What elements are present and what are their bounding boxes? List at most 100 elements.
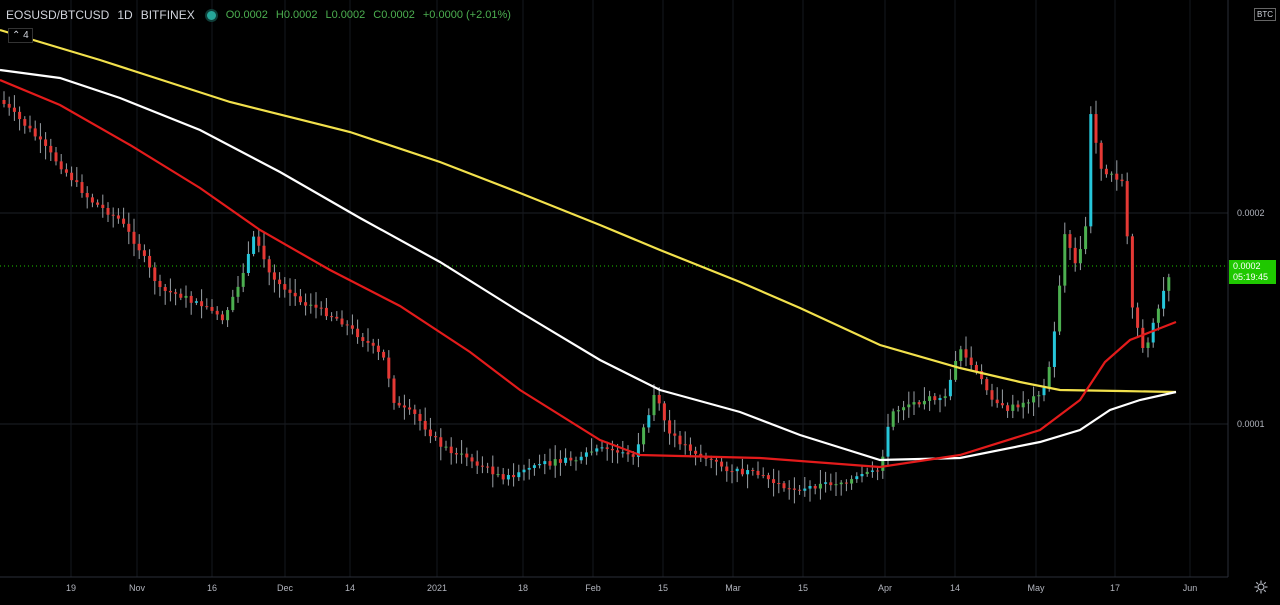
x-tick-label: 14 bbox=[345, 583, 355, 593]
chart-canvas[interactable]: 0.0002 0.0001 19 Nov 16 Dec 14 2021 18 Feb 15 Mar 15… bbox=[0, 0, 1280, 600]
candle-body bbox=[834, 484, 838, 486]
x-tick-label: 15 bbox=[798, 583, 808, 593]
candle-body bbox=[943, 396, 947, 399]
candle-body bbox=[54, 152, 58, 162]
ma-line-white bbox=[0, 68, 1177, 462]
candle-body bbox=[1068, 234, 1072, 248]
candle-body bbox=[220, 314, 224, 321]
candle-body bbox=[2, 100, 6, 104]
ohlc-change: +0.0000 (+2.01%) bbox=[422, 9, 511, 21]
candle-body bbox=[522, 469, 526, 473]
candle-body bbox=[865, 471, 869, 475]
candle-body bbox=[1026, 402, 1030, 404]
collapse-chevron-icon: ⌃ bbox=[12, 30, 21, 41]
candle-body bbox=[376, 345, 380, 352]
candle-body bbox=[480, 465, 484, 467]
candle-body bbox=[434, 436, 438, 438]
candle-body bbox=[449, 446, 453, 454]
candle-body bbox=[1167, 277, 1171, 291]
candle-body bbox=[148, 255, 152, 268]
candle-body bbox=[647, 415, 651, 428]
price-chart[interactable]: 0.0002 0.0001 19 Nov 16 Dec 14 2021 18 Feb 15 Mar 15… bbox=[0, 0, 1280, 600]
candle-body bbox=[938, 398, 942, 401]
interval-label[interactable]: 1D bbox=[117, 8, 132, 22]
candle-body bbox=[309, 304, 313, 306]
candle-body bbox=[928, 396, 932, 401]
x-tick-label: Apr bbox=[878, 583, 892, 593]
candle-body bbox=[600, 447, 604, 449]
x-tick-label: 16 bbox=[207, 583, 217, 593]
candle-body bbox=[252, 236, 256, 254]
symbol-name[interactable]: EOSUSD/BTCUSD bbox=[6, 8, 109, 22]
current-price-label: 0.0002 05:19:45 bbox=[1229, 260, 1276, 284]
candle-body bbox=[1032, 396, 1036, 403]
candle-body bbox=[142, 250, 146, 256]
x-tick-label: Dec bbox=[277, 583, 294, 593]
candle-body bbox=[1146, 342, 1150, 348]
candle-body bbox=[725, 466, 729, 472]
candle-body bbox=[532, 465, 536, 468]
chart-header: EOSUSD/BTCUSD 1D BITFINEX O0.0002 H0.000… bbox=[6, 6, 511, 24]
candle-body bbox=[418, 413, 422, 421]
candle-body bbox=[818, 483, 822, 489]
candle-body bbox=[543, 461, 547, 465]
candle-body bbox=[335, 316, 339, 319]
candle-body bbox=[1021, 402, 1025, 408]
candle-body bbox=[278, 279, 282, 285]
candle-body bbox=[496, 474, 500, 476]
bar-countdown: 05:19:45 bbox=[1233, 272, 1269, 282]
candle-body bbox=[111, 214, 115, 216]
candle-body bbox=[1136, 307, 1140, 328]
candle-body bbox=[1016, 404, 1020, 408]
candle-body bbox=[891, 411, 895, 427]
candle-body bbox=[1125, 181, 1129, 237]
candle-body bbox=[839, 482, 843, 485]
candle-body bbox=[33, 128, 37, 137]
candle-body bbox=[236, 286, 240, 297]
candle-body bbox=[231, 296, 235, 311]
candle-body bbox=[1078, 249, 1082, 264]
x-tick-label: 15 bbox=[658, 583, 668, 593]
candle-body bbox=[288, 289, 292, 293]
y-tick-label: 0.0002 bbox=[1237, 208, 1265, 218]
candle-body bbox=[465, 453, 469, 458]
candle-body bbox=[688, 444, 692, 451]
candle-body bbox=[439, 437, 443, 447]
candle-body bbox=[933, 396, 937, 401]
candle-body bbox=[423, 420, 427, 430]
candle-body bbox=[922, 400, 926, 405]
candle-body bbox=[792, 488, 796, 490]
candle-body bbox=[163, 287, 167, 291]
candle-body bbox=[730, 471, 734, 473]
x-tick-label: 14 bbox=[950, 583, 960, 593]
candle-body bbox=[314, 304, 318, 308]
x-tick-label: 17 bbox=[1110, 583, 1120, 593]
candle-body bbox=[652, 395, 656, 416]
candle-body bbox=[319, 307, 323, 309]
currency-badge[interactable]: BTC bbox=[1254, 8, 1276, 21]
candle-body bbox=[70, 172, 74, 181]
candle-body bbox=[59, 161, 63, 170]
indicators-toggle[interactable]: ⌃ 4 bbox=[8, 28, 33, 43]
candle-body bbox=[964, 349, 968, 358]
candle-body bbox=[777, 483, 781, 485]
candle-body bbox=[766, 475, 770, 480]
candle-body bbox=[168, 290, 172, 293]
candle-body bbox=[184, 295, 188, 298]
candle-body bbox=[75, 180, 79, 183]
candle-body bbox=[917, 402, 921, 405]
candle-body bbox=[735, 468, 739, 472]
candle-body bbox=[387, 357, 391, 379]
ohlc-open: O0.0002 bbox=[225, 9, 268, 21]
candle-body bbox=[85, 192, 89, 198]
gear-icon[interactable] bbox=[1254, 580, 1268, 594]
candle-body bbox=[132, 231, 136, 244]
candlestick-series bbox=[2, 91, 1171, 504]
candle-body bbox=[605, 447, 609, 449]
candle-body bbox=[1120, 179, 1124, 182]
candle-body bbox=[657, 395, 661, 404]
candle-body bbox=[1115, 173, 1119, 180]
candle-body bbox=[382, 351, 386, 358]
candle-body bbox=[158, 281, 162, 288]
candle-body bbox=[1063, 234, 1067, 286]
